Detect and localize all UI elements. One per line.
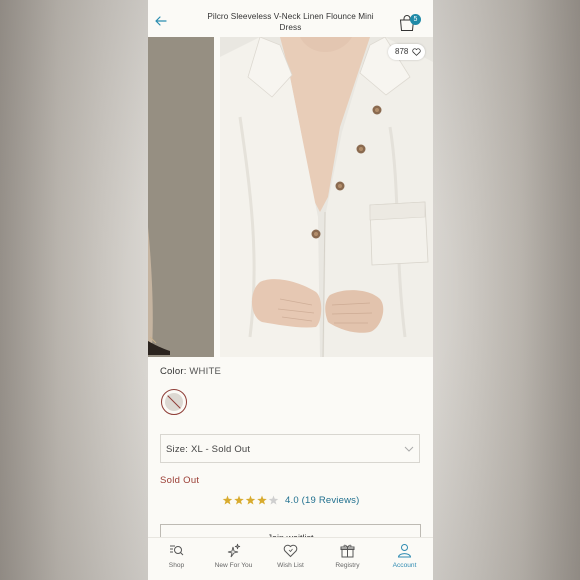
product-photo-main[interactable]	[220, 37, 433, 357]
star-filled-icon	[222, 495, 233, 505]
star-filled-icon	[245, 495, 256, 505]
product-gallery[interactable]: 878	[148, 37, 433, 357]
star-filled-icon	[257, 495, 267, 505]
linen-dress-image	[220, 37, 433, 357]
like-count: 878	[395, 47, 409, 56]
size-value: XL - Sold Out	[190, 444, 251, 455]
product-title: Pilcro Sleeveless V-Neck Linen Flounce M…	[207, 12, 374, 32]
product-photo-previous[interactable]	[148, 37, 214, 357]
color-swatch-white[interactable]	[161, 389, 187, 415]
star-rating-icon	[222, 495, 279, 505]
color-value: WHITE	[189, 366, 221, 377]
back-arrow-icon[interactable]	[154, 14, 168, 28]
nav-label-shop: Shop	[168, 562, 185, 569]
size-label: Size:	[166, 444, 189, 455]
nav-item-new-for-you[interactable]: New For You	[205, 538, 262, 580]
person-icon	[397, 544, 412, 558]
app-screen: Pilcro Sleeveless V-Neck Linen Flounce M…	[148, 0, 433, 580]
star-filled-icon	[234, 495, 244, 505]
bag-count-badge: 5	[410, 14, 421, 25]
nav-item-wish-list[interactable]: Wish List	[262, 538, 319, 580]
size-selection: Size: XL - Sold Out	[166, 444, 250, 455]
rating-text[interactable]: 4.0 (19 Reviews)	[285, 495, 359, 506]
nav-label-new-for-you: New For You	[214, 562, 253, 569]
like-count-badge[interactable]: 878	[388, 44, 425, 60]
heart-icon	[283, 544, 298, 558]
heart-outline-icon[interactable]	[412, 48, 421, 56]
unavailable-slash-icon	[166, 394, 182, 410]
star-empty-icon	[268, 495, 279, 505]
nav-item-registry[interactable]: Registry	[319, 538, 376, 580]
swatch-fill	[165, 393, 183, 411]
top-bar: Pilcro Sleeveless V-Neck Linen Flounce M…	[148, 0, 433, 37]
chevron-down-icon	[404, 446, 414, 452]
sparkles-icon	[227, 543, 241, 558]
nav-label-registry: Registry	[335, 562, 360, 569]
color-row: Color: WHITE	[160, 366, 221, 377]
nav-label-wish-list: Wish List	[277, 562, 304, 569]
model-legs-image	[148, 37, 214, 357]
nav-item-account[interactable]: Account	[376, 538, 433, 580]
bottom-navigation: Shop New For You Wish List Registry Acco…	[148, 537, 433, 580]
nav-label-account: Account	[392, 562, 417, 569]
nav-item-shop[interactable]: Shop	[148, 538, 205, 580]
gift-icon	[340, 544, 355, 558]
search-list-icon	[170, 545, 184, 556]
color-label: Color:	[160, 366, 187, 377]
size-dropdown[interactable]: Size: XL - Sold Out	[160, 434, 420, 463]
stock-status: Sold Out	[160, 475, 200, 486]
